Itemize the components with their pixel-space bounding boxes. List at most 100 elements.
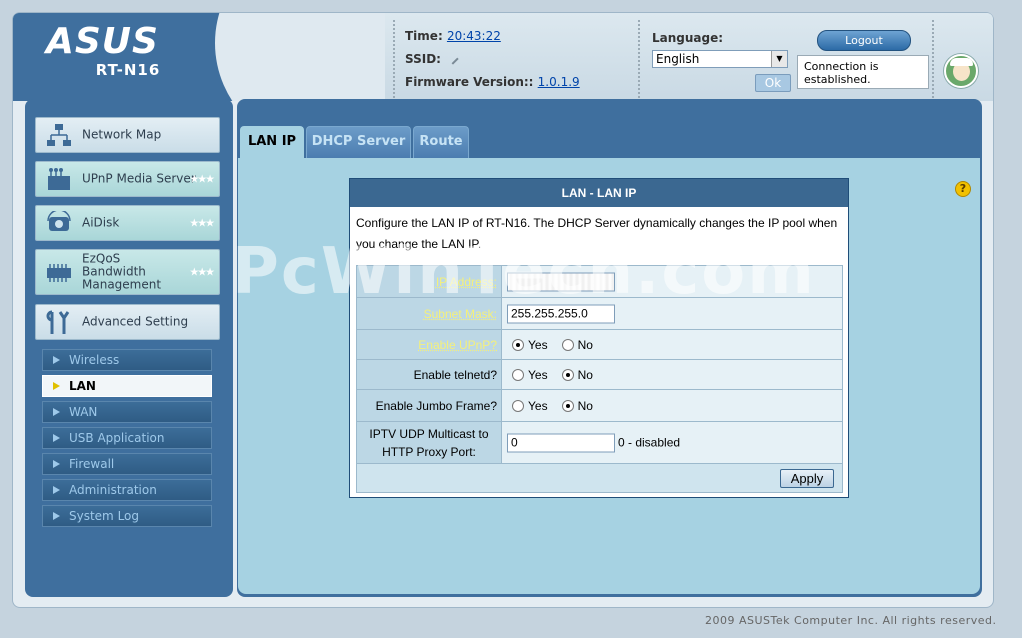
firmware-row: Firmware Version:: 1.0.1.9	[405, 75, 580, 89]
sidebar: Network Map UPnP Media Server ★★★ AiDisk…	[25, 99, 233, 597]
logout-button[interactable]: Logout	[817, 30, 911, 51]
tab-route[interactable]: Route	[413, 126, 469, 158]
subitem-label: System Log	[69, 509, 139, 523]
language-label: Language:	[652, 31, 724, 45]
upnp-no-option[interactable]: No	[561, 338, 593, 352]
logo-area: ASUS RT-N16	[13, 13, 385, 101]
subnet-mask-value: 255.255.255.0	[507, 304, 615, 323]
network-map-icon	[47, 124, 71, 146]
yes-label: Yes	[528, 398, 548, 413]
subnet-mask-row: Subnet Mask: 255.255.255.0	[357, 298, 842, 330]
iptv-hint: 0 - disabled	[618, 435, 681, 450]
sidebar-item-advanced-setting[interactable]: Advanced Setting	[35, 304, 220, 340]
sidebar-subitem-administration[interactable]: Administration	[42, 479, 212, 501]
ezqos-icon	[47, 264, 71, 282]
iptv-port-input[interactable]: 0	[507, 433, 615, 452]
arrow-right-icon	[53, 382, 60, 390]
yes-label: Yes	[528, 337, 548, 352]
copyright-footer: 2009 ASUSTek Computer Inc. All rights re…	[705, 614, 997, 627]
sidebar-item-upnp-media-server[interactable]: UPnP Media Server ★★★	[35, 161, 220, 197]
iptv-label-line2: HTTP Proxy Port:	[382, 444, 476, 459]
status-avatar-icon	[944, 54, 978, 88]
yes-label: Yes	[528, 367, 548, 382]
language-value: English	[656, 52, 700, 66]
upnp-options: Yes No	[512, 338, 607, 352]
jumbo-no-radio[interactable]	[561, 399, 574, 412]
sidebar-subitem-wireless[interactable]: Wireless	[42, 349, 212, 371]
apply-button[interactable]: Apply	[780, 469, 834, 488]
telnetd-options: Yes No	[512, 368, 607, 382]
jumbo-no-option[interactable]: No	[561, 398, 593, 413]
ssid-signal-icon	[447, 53, 459, 65]
telnetd-row: Enable telnetd? Yes No	[357, 360, 842, 390]
sidebar-subitem-firewall[interactable]: Firewall	[42, 453, 212, 475]
ip-address-value	[507, 272, 615, 291]
subitem-label: WAN	[69, 405, 98, 419]
no-label: No	[577, 398, 593, 413]
panel-description: Configure the LAN IP of RT-N16. The DHCP…	[356, 216, 838, 251]
ip-address-row: IP Address:	[357, 266, 842, 298]
ip-address-input[interactable]	[507, 272, 615, 291]
time-row: Time: 20:43:22	[405, 29, 501, 43]
sidebar-item-ezqos[interactable]: EzQoS Bandwidth Management ★★★	[35, 249, 220, 295]
jumbo-frame-row: Enable Jumbo Frame? Yes No	[357, 390, 842, 422]
iptv-label-line1: IPTV UDP Multicast to	[369, 426, 489, 441]
connection-status: Connection is established.	[797, 55, 929, 89]
lan-ip-form: IP Address: Subnet Mask: 255.255.255.0 E…	[356, 265, 843, 493]
jumbo-frame-label: Enable Jumbo Frame?	[357, 390, 502, 421]
rating-stars-icon: ★★★	[189, 172, 215, 186]
avatar-hat	[950, 58, 973, 66]
jumbo-yes-option[interactable]: Yes	[512, 399, 548, 413]
upnp-row: Enable UPnP? Yes No	[357, 330, 842, 360]
upnp-label[interactable]: Enable UPnP?	[357, 330, 502, 359]
tab-dhcp-server[interactable]: DHCP Server	[306, 126, 411, 158]
sidebar-item-aidisk[interactable]: AiDisk ★★★	[35, 205, 220, 241]
sidebar-item-label: UPnP Media Server	[82, 171, 196, 186]
firmware-label: Firmware Version::	[405, 75, 534, 89]
model-name: RT-N16	[95, 61, 161, 79]
upnp-yes-radio[interactable]	[512, 338, 524, 351]
arrow-right-icon	[53, 356, 60, 364]
telnetd-yes-radio[interactable]	[512, 368, 524, 381]
telnetd-no-radio[interactable]	[561, 368, 574, 381]
jumbo-yes-radio[interactable]	[512, 399, 524, 412]
sidebar-item-label: EzQoS Bandwidth Management	[82, 251, 162, 292]
sidebar-item-label: Advanced Setting	[82, 314, 189, 329]
telnetd-yes-option[interactable]: Yes	[512, 368, 548, 382]
language-ok-button[interactable]: Ok	[755, 74, 791, 92]
upnp-no-radio[interactable]	[561, 338, 574, 351]
rating-stars-icon: ★★★	[189, 265, 215, 279]
sidebar-item-network-map[interactable]: Network Map	[35, 117, 220, 153]
upnp-yes-option[interactable]: Yes	[512, 338, 548, 352]
subitem-label: LAN	[69, 379, 96, 393]
telnetd-no-option[interactable]: No	[561, 367, 593, 382]
no-label: No	[577, 367, 593, 382]
dropdown-arrow-icon[interactable]: ▼	[771, 51, 787, 67]
language-select[interactable]: English ▼	[652, 50, 788, 68]
tab-lan-ip[interactable]: LAN IP	[240, 126, 304, 158]
subnet-mask-input[interactable]: 255.255.255.0	[507, 304, 615, 323]
lan-ip-panel: LAN - LAN IP Configure the LAN IP of RT-…	[349, 178, 849, 498]
sidebar-item-label: AiDisk	[82, 215, 120, 230]
sidebar-subitem-system-log[interactable]: System Log	[42, 505, 212, 527]
time-link[interactable]: 20:43:22	[447, 29, 501, 43]
subnet-mask-label[interactable]: Subnet Mask:	[357, 298, 502, 329]
advanced-setting-icon	[46, 310, 70, 334]
arrow-right-icon	[53, 486, 60, 494]
iptv-label: IPTV UDP Multicast to HTTP Proxy Port:	[357, 422, 502, 463]
language-section: Language: English ▼ Ok	[638, 20, 806, 98]
firmware-link[interactable]: 1.0.1.9	[538, 75, 580, 89]
iptv-row: IPTV UDP Multicast to HTTP Proxy Port: 0 …	[357, 422, 842, 464]
asus-logo: ASUS	[46, 21, 159, 62]
logo-swoosh	[215, 13, 385, 101]
subitem-label: Firewall	[69, 457, 115, 471]
sidebar-subitem-lan[interactable]: LAN	[42, 375, 212, 397]
sidebar-subitem-usb-application[interactable]: USB Application	[42, 427, 212, 449]
ip-address-label[interactable]: IP Address:	[357, 266, 502, 297]
panel-title: LAN - LAN IP	[350, 179, 848, 207]
sidebar-subitem-wan[interactable]: WAN	[42, 401, 212, 423]
ssid-label: SSID:	[405, 52, 441, 66]
subitem-label: Wireless	[69, 353, 120, 367]
rating-stars-icon: ★★★	[189, 216, 215, 230]
help-icon[interactable]: ?	[955, 181, 971, 197]
